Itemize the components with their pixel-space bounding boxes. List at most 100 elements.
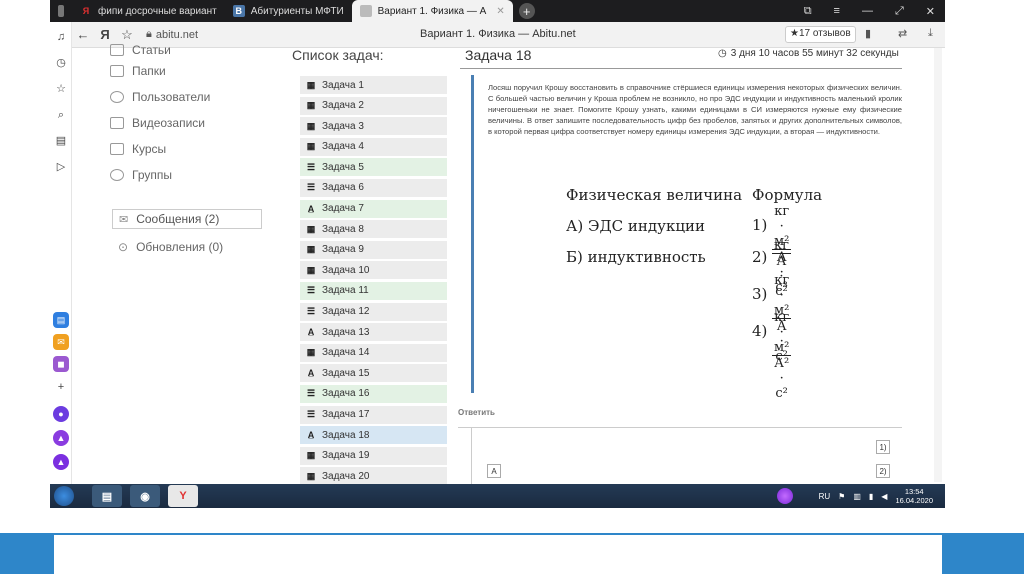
notifications-icon[interactable]: ♫ <box>54 30 68 44</box>
menu-item-users[interactable]: Пользователи <box>110 84 270 110</box>
reviews-button[interactable]: ★17 отзывов <box>785 26 856 43</box>
battery-icon[interactable]: ▮ <box>869 492 873 501</box>
messages-button[interactable]: ✉ Сообщения (2) <box>112 209 262 229</box>
articles-icon <box>110 44 124 56</box>
task-item[interactable]: ☰ Задача 11 <box>300 281 447 300</box>
task-label: Задача 1 <box>322 79 364 91</box>
task-list: ▦ Задача 1 ▦ Задача 2 ▦ Задача 3 ▦ Задача 4 ☰ Зад… <box>300 76 447 488</box>
yandex-home-icon[interactable]: Я <box>94 27 116 42</box>
flag-icon[interactable]: ⚑ <box>838 492 845 501</box>
task-item[interactable]: ☰ Задача 17 <box>300 405 447 424</box>
task-item[interactable]: ▦ Задача 20 <box>300 467 447 486</box>
messenger-icon[interactable]: ◼ <box>53 356 69 372</box>
updates-button[interactable]: ⊙ Обновления (0) <box>112 240 223 254</box>
task-item[interactable]: A̲ Задача 13 <box>300 323 447 342</box>
search-icon[interactable]: ⌕ <box>54 108 68 122</box>
calculator-icon: ▦ <box>306 120 316 131</box>
close-window-icon[interactable]: ✕ <box>926 5 935 18</box>
mail-icon[interactable]: ✉ <box>53 334 69 350</box>
alice-icon[interactable] <box>776 488 793 504</box>
task-item[interactable]: ☰ Задача 12 <box>300 302 447 321</box>
translate-icon[interactable]: ⇄ <box>898 27 907 40</box>
close-tab-icon[interactable]: ✕ <box>496 6 504 17</box>
volume-icon[interactable]: ◀ <box>881 492 887 501</box>
task-item[interactable]: ▦ Задача 19 <box>300 446 447 465</box>
task-item[interactable]: ☰ Задача 16 <box>300 384 447 403</box>
tab-variant-physics[interactable]: Вариант 1. Физика — А ✕ <box>351 0 513 22</box>
menu-item-groups[interactable]: Группы <box>110 162 270 188</box>
task-item[interactable]: ▦ Задача 8 <box>300 220 447 239</box>
menu-item-courses[interactable]: Курсы <box>110 136 270 162</box>
presentation-slide: Я фипи досрочные вариант В Абитуриенты М… <box>0 0 1024 574</box>
timer: ◷ 3 дня 10 часов 55 минут 32 секунды <box>718 48 899 59</box>
task-item[interactable]: A̲ Задача 15 <box>300 364 447 383</box>
menu-item-folders[interactable]: Папки <box>110 58 270 84</box>
answer-button[interactable]: Ответить <box>458 408 495 417</box>
menu-icon[interactable]: ≡ <box>834 5 840 18</box>
calculator-icon: ▦ <box>306 450 316 461</box>
task-item[interactable]: ▦ Задача 14 <box>300 343 447 362</box>
task-label: Задача 19 <box>322 450 370 462</box>
reader-icon[interactable]: ▤ <box>54 134 68 148</box>
start-button[interactable] <box>54 486 74 506</box>
task-item[interactable]: ▦ Задача 3 <box>300 117 447 136</box>
task-item[interactable]: ▦ Задача 9 <box>300 240 447 259</box>
answer-option-2[interactable]: 2) <box>876 464 890 478</box>
task-label: Задача 20 <box>322 470 370 482</box>
task-item[interactable]: ▦ Задача 2 <box>300 96 447 115</box>
task-item[interactable]: ▦ Задача 1 <box>300 76 447 94</box>
add-icon[interactable]: + <box>54 380 68 394</box>
url-field[interactable]: 🔒︎ abitu.net <box>146 28 198 41</box>
play-icon[interactable]: ▷ <box>54 160 68 174</box>
tab-mipt[interactable]: В Абитуриенты МФТИ <box>225 0 352 22</box>
tab-fipi[interactable]: Я фипи досрочные вариант <box>72 0 225 22</box>
answer-option-a[interactable]: А <box>487 464 501 478</box>
back-icon[interactable]: ← <box>72 27 94 42</box>
avatar-icon <box>58 5 64 17</box>
assistant-alt-icon[interactable]: ▲ <box>53 454 69 470</box>
url-text: abitu.net <box>155 28 199 41</box>
favorites-icon[interactable]: ☆ <box>54 82 68 96</box>
updates-icon: ⊙ <box>118 240 129 254</box>
network-icon[interactable]: ▥ <box>853 492 861 501</box>
list-icon: ☰ <box>306 409 316 419</box>
yandex-browser-icon[interactable]: Y <box>168 485 198 507</box>
language-indicator[interactable]: RU <box>819 492 831 501</box>
bookmark-flag-icon[interactable]: ▮ <box>865 27 871 40</box>
list-icon: ☰ <box>306 306 316 317</box>
task-item[interactable]: A̲ Задача 7 <box>300 199 447 218</box>
task-label: Задача 16 <box>322 388 370 400</box>
calculator-icon: ▦ <box>306 141 316 152</box>
minimize-icon[interactable]: — <box>862 5 873 18</box>
menu-item-videos[interactable]: Видеозаписи <box>110 110 270 136</box>
task-label: Задача 9 <box>322 244 364 256</box>
bookmark-icon[interactable]: ☆ <box>116 27 138 43</box>
chrome-icon[interactable]: ◉ <box>130 485 160 507</box>
download-icon[interactable]: ⤓ <box>928 27 933 40</box>
collections-icon[interactable]: ⧉ <box>804 5 812 18</box>
window-controls: ⧉ ≡ — ⤢ ✕ <box>804 5 945 18</box>
explorer-icon[interactable]: ▤ <box>92 485 122 507</box>
menu-item-articles[interactable]: Статьи <box>110 42 270 58</box>
task-item[interactable]: ▦ Задача 4 <box>300 137 447 156</box>
assistant-icon[interactable]: ▲ <box>53 430 69 446</box>
clock-icon: ◷ <box>718 48 727 59</box>
calculator-icon: ▦ <box>306 79 316 90</box>
list-icon: ☰ <box>306 161 316 172</box>
new-tab-button[interactable]: + <box>518 3 535 19</box>
task-item[interactable]: ▦ Задача 10 <box>300 261 447 280</box>
task-label: Задача 10 <box>322 264 370 276</box>
task-item[interactable]: ☰ Задача 5 <box>300 158 447 177</box>
task-item[interactable]: ☰ Задача 6 <box>300 178 447 197</box>
docs-icon[interactable]: ▤ <box>53 312 69 328</box>
page-scrollbar[interactable] <box>934 48 942 482</box>
alice-icon[interactable]: ● <box>53 406 69 422</box>
answer-option-1[interactable]: 1) <box>876 440 890 454</box>
task-item[interactable]: A̲ Задача 18 <box>300 426 447 445</box>
column-quantity: Физическая величина <box>566 186 743 204</box>
clock[interactable]: 13:54 16.04.2020 <box>895 487 933 505</box>
restore-icon[interactable]: ⤢ <box>895 5 904 18</box>
browser-menu-button[interactable] <box>50 0 72 22</box>
history-icon[interactable]: ◷ <box>54 56 68 70</box>
column-formula: Формула <box>752 186 823 204</box>
